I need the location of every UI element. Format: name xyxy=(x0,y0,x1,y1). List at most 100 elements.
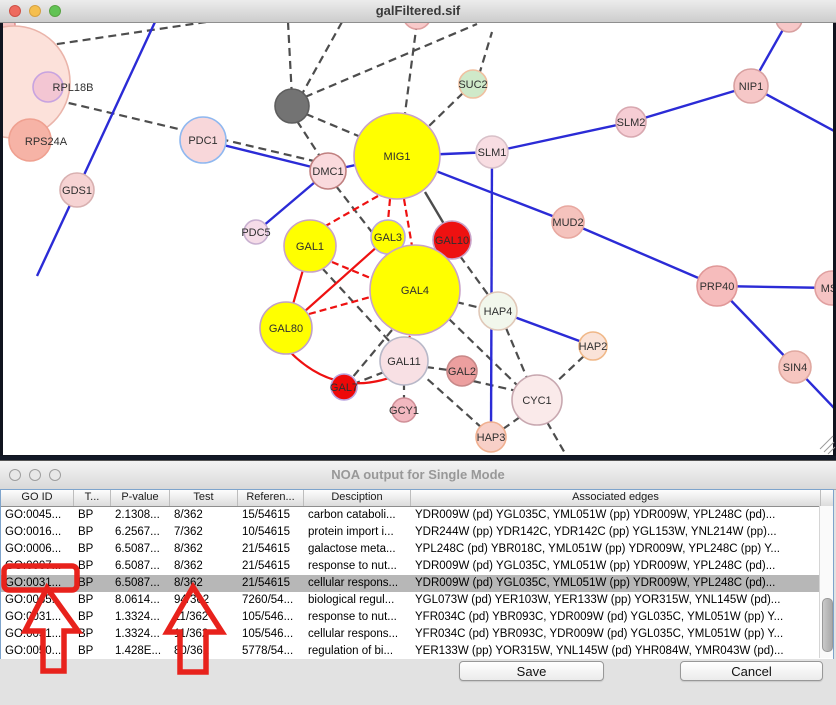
column-header[interactable]: Desciption xyxy=(304,490,411,506)
node-label: GAL2 xyxy=(448,366,476,378)
table-cell: 6.5087... xyxy=(111,558,170,575)
table-cell: 8/362 xyxy=(170,575,238,592)
table-cell: YFR034C (pd) YBR093C, YDR009W (pd) YGL03… xyxy=(411,626,821,643)
column-header[interactable]: GO ID xyxy=(1,490,74,506)
close-button[interactable] xyxy=(9,5,21,17)
table-row[interactable]: GO:0065...BP8.0614...94/3627260/54...bio… xyxy=(1,592,833,609)
minimize-button[interactable] xyxy=(29,469,41,481)
node-label: SIN4 xyxy=(783,362,807,374)
column-header[interactable]: T... xyxy=(74,490,111,506)
table-cell: cellular respons... xyxy=(304,575,411,592)
table-cell: BP xyxy=(74,592,111,609)
noa-window: NOA output for Single Mode GO IDT...P-va… xyxy=(0,460,836,705)
table-cell: 2.1308... xyxy=(111,507,170,524)
table-cell: 1.428E... xyxy=(111,643,170,660)
table-cell: 5778/54... xyxy=(238,643,304,660)
table-cell: YER133W (pp) YOR315W, YNL145W (pd) YHR08… xyxy=(411,643,821,660)
table-cell: cellular respons... xyxy=(304,626,411,643)
noa-table-body: GO:0045...BP2.1308...8/36215/54615carbon… xyxy=(1,507,833,660)
node-label: HAP4 xyxy=(484,306,513,318)
close-button[interactable] xyxy=(9,469,21,481)
column-header[interactable]: P-value xyxy=(111,490,170,506)
table-cell: 7260/54... xyxy=(238,592,304,609)
column-header[interactable]: Associated edges xyxy=(411,490,821,506)
network-background xyxy=(3,22,833,455)
node-label: HAP3 xyxy=(477,432,506,444)
table-cell: BP xyxy=(74,609,111,626)
table-row[interactable]: GO:0031...BP1.3324...11/362105/546...res… xyxy=(1,609,833,626)
table-row[interactable]: GO:0050...BP1.428E...80/3625778/54...reg… xyxy=(1,643,833,660)
table-cell: GO:0050... xyxy=(1,643,74,660)
table-cell: BP xyxy=(74,575,111,592)
table-cell: 11/362 xyxy=(170,626,238,643)
minimize-button[interactable] xyxy=(29,5,41,17)
node-label: GAL4 xyxy=(401,285,429,297)
node-label: GAL1 xyxy=(296,241,324,253)
node-label: DMC1 xyxy=(312,166,343,178)
table-cell: 105/546... xyxy=(238,626,304,643)
node-label: RPS24A xyxy=(25,136,68,148)
node-label: NIP1 xyxy=(739,81,763,93)
table-row[interactable]: GO:0007...BP6.5087...8/36221/54615respon… xyxy=(1,558,833,575)
node-label: HAP2 xyxy=(579,341,608,353)
table-cell: 94/362 xyxy=(170,592,238,609)
table-cell: BP xyxy=(74,524,111,541)
table-row[interactable]: GO:0031...BP1.3324...11/362105/546...cel… xyxy=(1,626,833,643)
table-cell: YDR009W (pd) YGL035C, YML051W (pp) YDR00… xyxy=(411,507,821,524)
table-cell: 8/362 xyxy=(170,541,238,558)
table-cell: BP xyxy=(74,541,111,558)
table-cell: BP xyxy=(74,507,111,524)
vertical-scrollbar[interactable] xyxy=(819,506,833,658)
column-header[interactable]: Test xyxy=(170,490,238,506)
zoom-button[interactable] xyxy=(49,5,61,17)
node-label: GAL7 xyxy=(330,382,358,394)
table-cell: YDR009W (pd) YGL035C, YML051W (pp) YDR00… xyxy=(411,575,821,592)
table-cell: 6.5087... xyxy=(111,541,170,558)
table-cell: 6.5087... xyxy=(111,575,170,592)
table-header-row: GO IDT...P-valueTestReferen...Desciption… xyxy=(1,490,833,507)
node-label: GAL3 xyxy=(374,232,402,244)
table-cell: 21/54615 xyxy=(238,558,304,575)
table-cell: GO:0031... xyxy=(1,609,74,626)
column-header[interactable]: Referen... xyxy=(238,490,304,506)
table-cell: BP xyxy=(74,643,111,660)
table-cell: 80/362 xyxy=(170,643,238,660)
node-label: PDC5 xyxy=(241,227,270,239)
table-cell: YDR244W (pp) YDR142C, YDR142C (pp) YGL15… xyxy=(411,524,821,541)
table-row[interactable]: GO:0016...BP6.2567...7/36210/54615protei… xyxy=(1,524,833,541)
table-cell: YPL248C (pd) YBR018C, YML051W (pp) YDR00… xyxy=(411,541,821,558)
table-cell: 6.2567... xyxy=(111,524,170,541)
node-label: PDC1 xyxy=(188,135,217,147)
table-row[interactable]: GO:0045...BP2.1308...8/36215/54615carbon… xyxy=(1,507,833,524)
node-label: GAL10 xyxy=(435,235,469,247)
table-cell: GO:0031... xyxy=(1,575,74,592)
noa-window-title: NOA output for Single Mode xyxy=(0,461,836,489)
node-label: MIG1 xyxy=(384,151,411,163)
table-row[interactable]: GO:0031...BP6.5087...8/36221/54615cellul… xyxy=(1,575,833,592)
network-window-title: galFiltered.sif xyxy=(0,0,836,22)
table-row[interactable]: GO:0006...BP6.5087...8/36221/54615galact… xyxy=(1,541,833,558)
table-cell: regulation of bi... xyxy=(304,643,411,660)
table-cell: BP xyxy=(74,626,111,643)
node-label: SLM2 xyxy=(617,117,646,129)
table-cell: 8/362 xyxy=(170,558,238,575)
table-cell: 8.0614... xyxy=(111,592,170,609)
network-node[interactable] xyxy=(275,89,309,123)
node-label: SUC2 xyxy=(458,79,487,91)
node-label: GAL80 xyxy=(269,323,303,335)
network-canvas[interactable]: RPL18BRPS24AGDS1PDC1DMC1MIG1SUC2SLM1SLM2… xyxy=(0,0,836,456)
save-button[interactable]: Save xyxy=(459,661,604,681)
table-cell: 105/546... xyxy=(238,609,304,626)
node-label: MUD2 xyxy=(552,217,583,229)
table-cell: response to nut... xyxy=(304,609,411,626)
table-cell: GO:0006... xyxy=(1,541,74,558)
table-cell: GO:0045... xyxy=(1,507,74,524)
cancel-button[interactable]: Cancel xyxy=(680,661,823,681)
node-label: GCY1 xyxy=(389,405,419,417)
zoom-button[interactable] xyxy=(49,469,61,481)
network-window: RPL18BRPS24AGDS1PDC1DMC1MIG1SUC2SLM1SLM2… xyxy=(0,0,836,456)
node-label: MSL xyxy=(821,283,836,295)
results-table: GO IDT...P-valueTestReferen...Desciption… xyxy=(0,489,834,659)
network-titlebar: galFiltered.sif xyxy=(0,0,836,23)
scrollbar-thumb[interactable] xyxy=(822,598,833,652)
